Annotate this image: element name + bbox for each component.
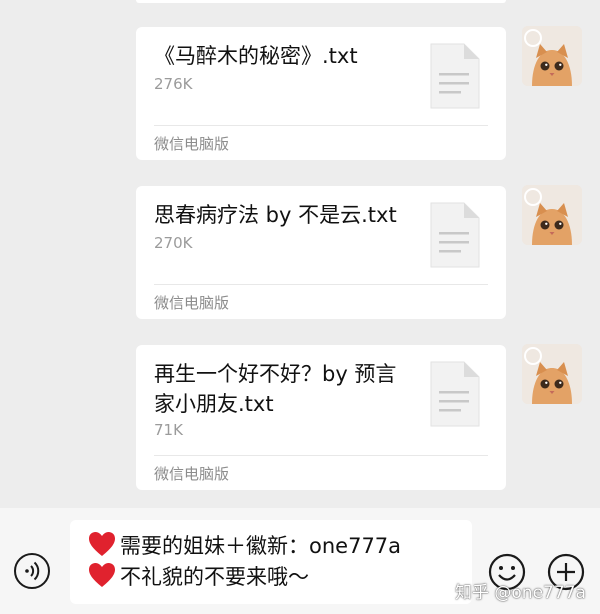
divider [154, 284, 488, 285]
input-line: 不礼貌的不要来哦～ [88, 562, 309, 592]
file-size: 276K [154, 75, 193, 93]
file-source-label: 微信电脑版 [154, 294, 230, 312]
voice-icon [25, 561, 40, 581]
file-name: 再生一个好不好？by 预言家小朋友.txt [154, 362, 397, 416]
message-input[interactable]: 需要的姐妹＋徽新：one777a 不礼貌的不要来哦～ [70, 520, 472, 604]
divider [154, 125, 488, 126]
heart-icon [89, 563, 115, 587]
previous-message-edge [136, 0, 506, 3]
avatar[interactable] [522, 344, 582, 404]
document-icon [430, 361, 480, 427]
watermark: 知乎 @one777a [455, 583, 586, 603]
document-icon [430, 43, 480, 109]
file-size: 71K [154, 421, 183, 439]
file-message-card[interactable]: 《马醉木的秘密》.txt 276K 微信电脑版 [136, 27, 506, 160]
file-message-card[interactable]: 思春病疗法 by 不是云.txt 270K 微信电脑版 [136, 186, 506, 319]
file-size: 270K [154, 234, 193, 252]
heart-icon [89, 532, 115, 556]
document-icon [430, 202, 480, 268]
voice-button[interactable] [14, 553, 50, 589]
file-name: 思春病疗法 by 不是云.txt [154, 203, 397, 227]
divider [154, 455, 488, 456]
file-name: 《马醉木的秘密》.txt [154, 44, 358, 68]
file-message-card[interactable]: 再生一个好不好？by 预言家小朋友.txt 71K 微信电脑版 [136, 345, 506, 490]
file-source-label: 微信电脑版 [154, 465, 230, 483]
input-text-line1: 需要的姐妹＋徽新：one777a [120, 534, 402, 558]
input-line: 需要的姐妹＋徽新：one777a [88, 531, 401, 561]
avatar[interactable] [522, 26, 582, 86]
input-text-line2: 不礼貌的不要来哦～ [120, 565, 309, 589]
file-source-label: 微信电脑版 [154, 135, 230, 153]
avatar[interactable] [522, 185, 582, 245]
